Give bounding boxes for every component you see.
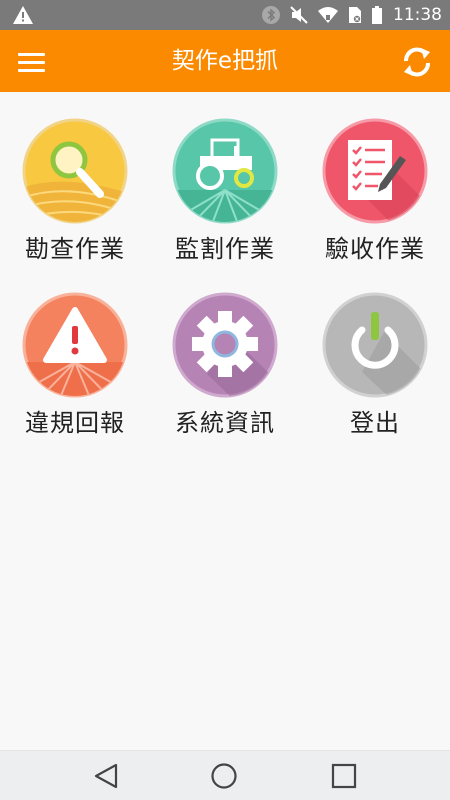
main-menu-grid: 勘查作業 監割作業 驗收作業 違規回報 系統資訊 登出 [0,92,450,750]
home-icon[interactable] [206,761,242,791]
mute-icon [290,6,308,24]
menu-item-survey[interactable]: 勘查作業 [5,92,145,263]
menu-item-label: 驗收作業 [325,235,425,263]
refresh-icon[interactable] [399,44,435,80]
warning-icon [13,6,33,24]
sim-icon [349,7,361,23]
back-icon[interactable] [88,761,124,791]
wifi-icon [318,7,338,23]
menu-item-label: 系統資訊 [175,409,275,437]
menu-item-label: 違規回報 [25,409,125,437]
status-bar: 11:38 [0,0,450,30]
app-title: 契作e把抓 [171,48,279,74]
bluetooth-icon [262,6,280,24]
battery-icon [372,6,382,24]
tractor-icon [172,118,278,224]
menu-item-label: 勘查作業 [25,235,125,263]
gear-icon [172,292,278,398]
system-nav-bar [0,750,450,800]
magnifier-field-icon [22,118,128,224]
status-time: 11:38 [393,5,442,25]
menu-item-label: 登出 [350,409,400,437]
menu-item-logout[interactable]: 登出 [305,266,445,437]
app-bar: 契作e把抓 [0,30,450,92]
recents-icon[interactable] [326,761,362,791]
checklist-pen-icon [322,118,428,224]
menu-item-harvest-supervision[interactable]: 監割作業 [155,92,295,263]
warning-triangle-icon [22,292,128,398]
menu-item-violation-report[interactable]: 違規回報 [5,266,145,437]
power-icon [322,292,428,398]
menu-item-system-info[interactable]: 系統資訊 [155,266,295,437]
menu-icon[interactable] [14,48,50,76]
menu-item-label: 監割作業 [175,235,275,263]
menu-item-acceptance[interactable]: 驗收作業 [305,92,445,263]
